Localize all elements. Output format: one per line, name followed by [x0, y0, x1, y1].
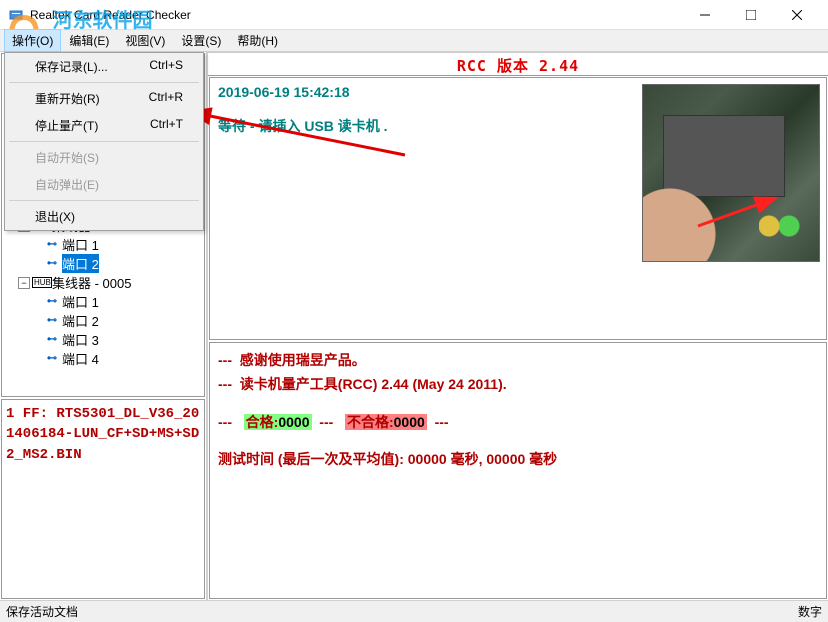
maximize-button[interactable] [728, 0, 774, 30]
operation-dropdown: 保存记录(L)... Ctrl+S 重新开始(R) Ctrl+R 停止量产(T)… [4, 52, 204, 231]
usb-icon: ⊷ [42, 296, 62, 307]
status-left: 保存活动文档 [6, 603, 78, 620]
close-button[interactable] [774, 0, 820, 30]
tree-port-node[interactable]: ⊷ 端口 4 [4, 349, 202, 368]
result-panel: --- 感谢使用瑞昱产品。 --- 读卡机量产工具(RCC) 2.44 (May… [209, 342, 827, 599]
log-wait-message: 等待 - 请插入 USB 读卡机 . [218, 116, 628, 136]
menu-separator [9, 141, 199, 142]
tree-port-node[interactable]: ⊷ 端口 1 [4, 292, 202, 311]
usb-icon: ⊷ [42, 334, 62, 345]
menubar: 操作(O) 编辑(E) 视图(V) 设置(S) 帮助(H) [0, 30, 828, 52]
pass-count: 0000 [278, 414, 309, 430]
instruction-image-panel [636, 78, 826, 339]
firmware-info-panel: 1 FF: RTS5301_DL_V36_201406184-LUN_CF+SD… [1, 399, 205, 599]
tree-port-node-selected[interactable]: ⊷ 端口 2 [4, 254, 202, 273]
usb-icon: ⊷ [42, 239, 62, 250]
version-label: RCC 版本 2.44 [208, 52, 828, 76]
statusbar: 保存活动文档 数字 [0, 600, 828, 622]
image-arrow-icon [693, 191, 783, 231]
tree-port-node[interactable]: ⊷ 端口 3 [4, 330, 202, 349]
instruction-image [642, 84, 820, 262]
usb-icon: ⊷ [42, 353, 62, 364]
fail-count: 0000 [394, 414, 425, 430]
tree-hub-node[interactable]: − HUB 集线器 - 0005 [4, 273, 202, 292]
titlebar: Realtek Card Reader Checker [0, 0, 828, 30]
menu-operation[interactable]: 操作(O) [4, 29, 61, 52]
menu-settings[interactable]: 设置(S) [173, 29, 229, 52]
log-panel: 2019-06-19 15:42:18 等待 - 请插入 USB 读卡机 . [210, 78, 636, 339]
menu-restart[interactable]: 重新开始(R) Ctrl+R [5, 85, 203, 112]
tree-collapse-icon[interactable]: − [18, 277, 30, 289]
menu-help[interactable]: 帮助(H) [229, 29, 286, 52]
menu-autostart: 自动开始(S) [5, 144, 203, 171]
close-icon [792, 10, 802, 20]
hub-icon: HUB [32, 277, 52, 288]
usb-icon: ⊷ [42, 315, 62, 326]
menu-autoeject: 自动弹出(E) [5, 171, 203, 198]
menu-save-log[interactable]: 保存记录(L)... Ctrl+S [5, 53, 203, 80]
window-title: Realtek Card Reader Checker [30, 8, 682, 22]
menu-view[interactable]: 视图(V) [117, 29, 173, 52]
tool-version: 读卡机量产工具(RCC) 2.44 (May 24 2011). [240, 376, 507, 392]
tree-port-node[interactable]: ⊷ 端口 2 [4, 311, 202, 330]
timing-info: 测试时间 (最后一次及平均值): 00000 毫秒, 00000 毫秒 [218, 448, 818, 472]
maximize-icon [746, 10, 756, 20]
thanks-message: 感谢使用瑞昱产品。 [240, 352, 366, 368]
menu-stop[interactable]: 停止量产(T) Ctrl+T [5, 112, 203, 139]
log-timestamp: 2019-06-19 15:42:18 [218, 84, 628, 100]
app-icon [8, 7, 24, 23]
menu-edit[interactable]: 编辑(E) [61, 29, 117, 52]
menu-separator [9, 82, 199, 83]
menu-exit[interactable]: 退出(X) [5, 203, 203, 230]
minimize-icon [700, 10, 710, 20]
minimize-button[interactable] [682, 0, 728, 30]
usb-icon: ⊷ [42, 258, 62, 269]
status-right: 数字 [798, 603, 822, 620]
menu-separator [9, 200, 199, 201]
pass-fail-row: --- 合格:0000 --- 不合格:0000 --- [218, 411, 818, 435]
tree-port-node[interactable]: ⊷ 端口 1 [4, 235, 202, 254]
